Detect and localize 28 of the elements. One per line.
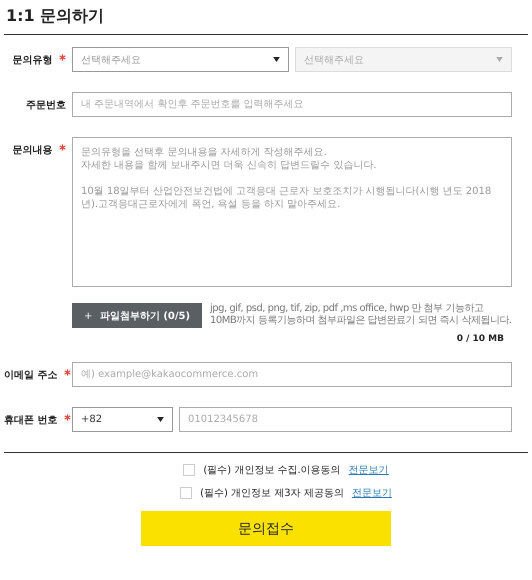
caret-icon — [273, 57, 280, 62]
attach-hint: jpg, gif, psd, png, tif, zip, pdf ,ms office, hwp 만 첨부 기능하고 10MB까지 등록기능하며 첨부파일은 답변완료기 되면 즉시 삭제됩니다. — [210, 303, 512, 327]
submit-button[interactable]: 문의접수 — [141, 511, 391, 546]
caret-icon — [496, 57, 503, 62]
placeholder-text: 문의유형을 선택후 문의내용을 자세하게 작성해주세요. — [81, 146, 328, 159]
field-label: 휴대폰 번호 — [4, 415, 58, 426]
agreement-label: (필수) 개인정보 수집.이용동의 — [203, 464, 341, 477]
view-full-link[interactable]: 전문보기 — [352, 486, 392, 500]
input-field[interactable]: 예) example@kakaocommerce.com — [72, 362, 512, 387]
field-label: 문의내용 — [12, 145, 53, 156]
text-area[interactable]: 문의유형을 선택후 문의내용을 자세하게 작성해주세요. 자세한 내용을 함께 보내주시면 더욱 신속히 답변드릴수 있습니다. 10월 18일부터 산업안전보건법에 고객응대 근로자 보호조치가 시행됩니다(시행 년도 2018년).고객응대근로자에게 폭언, 욕설 등을 하지 말아주세요. — [72, 137, 512, 287]
phone-field[interactable]: 01012345678 — [179, 407, 512, 432]
caret-icon — [157, 417, 164, 422]
checkbox[interactable] — [180, 487, 192, 499]
agreement-label: (필수) 개인정보 제3자 제공동의 — [200, 487, 344, 500]
page-title: 1:1 문의하기 — [6, 6, 106, 26]
checkbox[interactable] — [183, 464, 196, 476]
placeholder-text: 10월 18일부터 산업안전보건법에 고객응대 근로자 보호조치가 시행됩니다(시행 년도 2018년).고객응대근로자에게 폭언, 욕설 등을 하지 말아주세요. — [81, 185, 492, 211]
attach-file-button[interactable]: + 파일첨부하기 (0/5) — [72, 303, 202, 328]
field-label: 문의유형 — [12, 55, 53, 66]
dropdown[interactable]: 선택해주세요 — [72, 47, 289, 72]
placeholder-text: 자세한 내용을 함께 보내주시면 더욱 신속히 답변드릴수 있습니다. — [81, 159, 378, 172]
input-field[interactable]: 내 주문내역에서 확인후 주문번호를 입력해주세요 — [72, 92, 512, 117]
country-code-dropdown[interactable]: +82 — [72, 407, 173, 432]
field-label: 이메일 주소 — [4, 370, 58, 381]
view-full-link[interactable]: 전문보기 — [348, 463, 389, 477]
field-label: 주문번호 — [26, 100, 66, 111]
file-size-counter: 0 / 10 MB — [456, 334, 504, 344]
